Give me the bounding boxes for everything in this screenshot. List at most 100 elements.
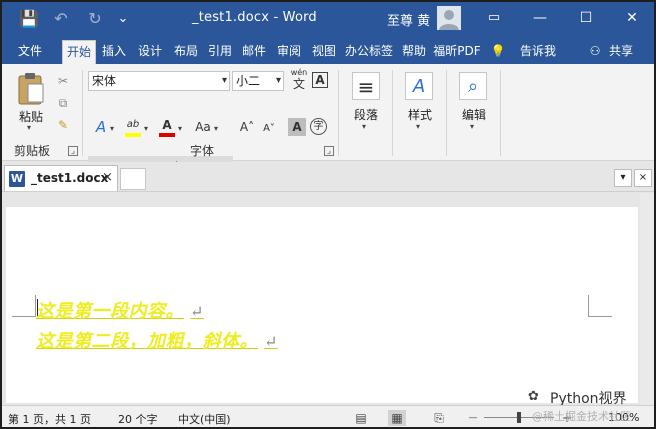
styles-button[interactable]: A 样式 ▾: [400, 72, 440, 134]
ribbon-tabs: 文件 开始 插入 设计 布局 引用 邮件 审阅 视图 办公标签 帮助 福昕PDF…: [2, 36, 654, 64]
highlight-icon[interactable]: ab: [124, 116, 142, 134]
customize-qat-icon[interactable]: ⌄: [112, 8, 134, 30]
print-layout-icon[interactable]: ▦: [388, 410, 406, 426]
phonetic-guide-char: 文: [292, 77, 305, 91]
font-size-dropdown-icon[interactable]: ▾: [276, 72, 281, 90]
font-launcher-icon[interactable]: ⌟: [324, 146, 334, 156]
ribbon-display-options-icon[interactable]: ▭: [472, 2, 516, 34]
save-icon[interactable]: 💾: [18, 8, 40, 30]
character-border-icon[interactable]: A: [312, 72, 328, 88]
tab-design[interactable]: 设计: [134, 40, 166, 64]
group-divider: [500, 70, 501, 156]
search-icon: ⌕: [459, 72, 487, 100]
tab-file[interactable]: 文件: [10, 40, 50, 64]
styles-icon: A: [405, 72, 433, 100]
paragraph-mark-icon: ↵: [190, 302, 204, 321]
language-indicator[interactable]: 中文(中国): [178, 411, 231, 427]
tab-review[interactable]: 审阅: [272, 40, 306, 64]
font-color-icon[interactable]: A: [158, 116, 176, 134]
text-effects-icon[interactable]: A: [92, 118, 110, 136]
margin-corner-right: [588, 295, 612, 317]
paragraph-button[interactable]: ≡ 段落 ▾: [348, 72, 384, 134]
character-shading-icon[interactable]: A: [288, 118, 306, 136]
editing-button[interactable]: ⌕ 编辑 ▾: [454, 72, 494, 134]
zoom-out-icon[interactable]: —: [464, 410, 482, 426]
tab-mailings[interactable]: 邮件: [238, 40, 270, 64]
user-avatar[interactable]: [437, 6, 461, 30]
clipboard-icon: [18, 73, 44, 105]
paragraph-2[interactable]: 这是第二段，加粗，斜体。 ↵: [36, 327, 278, 353]
paragraph-icon: ≡: [352, 72, 380, 100]
title-bar: 💾 ↶ ↻ ⌄ _test1.docx - Word 至尊 黄 ▭ — ☐ ✕: [2, 2, 654, 36]
document-tab-label: _test1.docx: [31, 171, 109, 185]
tab-list-dropdown-icon[interactable]: ▾: [614, 169, 632, 187]
paste-button[interactable]: 粘贴 ▾: [12, 72, 50, 132]
font-name-box[interactable]: 宋体 ▾: [88, 71, 230, 91]
redo-icon[interactable]: ↻: [84, 8, 106, 30]
shrink-font-icon[interactable]: A˅: [258, 120, 280, 138]
clipboard-launcher-icon[interactable]: ⌟: [68, 146, 78, 156]
tab-foxit-pdf[interactable]: 福昕PDF: [432, 40, 482, 64]
tab-references[interactable]: 引用: [204, 40, 236, 64]
font-group-label: 字体: [190, 144, 215, 158]
watermark-sub: @稀土掘金技术社区: [532, 410, 631, 423]
font-color-caret[interactable]: ▾: [178, 124, 182, 133]
editing-caret: ▾: [470, 122, 475, 131]
group-divider: [446, 70, 447, 156]
font-name-dropdown-icon[interactable]: ▾: [222, 72, 227, 90]
margin-corner-left: [12, 295, 36, 317]
tab-view[interactable]: 视图: [308, 40, 340, 64]
document-tab-strip: W _test1.docx × ▾ ×: [2, 162, 654, 192]
tab-help[interactable]: 帮助: [398, 40, 430, 64]
close-document-icon[interactable]: ×: [634, 169, 652, 187]
highlight-color-bar: [125, 133, 141, 137]
user-name[interactable]: 至尊 黄: [387, 10, 430, 29]
read-mode-icon[interactable]: ▤: [352, 410, 370, 426]
styles-caret: ▾: [416, 122, 421, 131]
enclose-characters-icon[interactable]: 字: [310, 118, 327, 135]
paragraph-caret: ▾: [362, 122, 367, 131]
change-case-icon[interactable]: Aa: [192, 118, 214, 136]
tab-office-tab[interactable]: 办公标签: [342, 40, 396, 64]
font-size-box[interactable]: 小二 ▾: [232, 71, 284, 91]
styles-label: 样式: [407, 108, 432, 122]
highlight-caret[interactable]: ▾: [144, 124, 148, 133]
font-color-bar: [159, 133, 175, 137]
tab-close-icon[interactable]: ×: [102, 170, 113, 185]
lightbulb-icon[interactable]: 💡: [490, 40, 506, 64]
group-divider: [82, 70, 83, 156]
document-page[interactable]: 这是第一段内容。 ↵ 这是第二段，加粗，斜体。 ↵: [6, 207, 638, 403]
tab-layout[interactable]: 布局: [170, 40, 202, 64]
undo-icon[interactable]: ↶: [50, 8, 72, 30]
document-tab[interactable]: W _test1.docx ×: [4, 165, 118, 191]
maximize-button[interactable]: ☐: [564, 2, 608, 34]
page-count[interactable]: 第 1 页，共 1 页: [8, 411, 91, 427]
tell-me-search[interactable]: 告诉我: [516, 40, 560, 64]
change-case-caret[interactable]: ▾: [214, 124, 218, 133]
ribbon-home: 粘贴 ▾ ✂ ⧉ ✎ 剪贴板 ⌟ 宋体 ▾ 小二 ▾ wén 文 A A ▾ a…: [2, 64, 654, 178]
zoom-slider-thumb[interactable]: [517, 412, 521, 423]
cut-icon[interactable]: ✂: [54, 72, 72, 90]
tab-home[interactable]: 开始: [62, 40, 96, 64]
word-doc-icon: W: [9, 171, 25, 187]
format-painter-icon[interactable]: ✎: [54, 116, 72, 134]
avatar-person-icon: [437, 6, 461, 30]
share-button[interactable]: 共享: [604, 40, 638, 64]
vertical-scrollbar[interactable]: [640, 193, 654, 405]
paragraph-1[interactable]: 这是第一段内容。 ↵: [36, 297, 204, 323]
paragraph-mark-icon: ↵: [264, 332, 278, 351]
font-size-value: 小二: [236, 74, 261, 88]
paste-caret: ▾: [27, 123, 32, 132]
word-count[interactable]: 20 个字: [118, 411, 158, 427]
grow-font-icon[interactable]: A˄: [236, 118, 258, 136]
minimize-button[interactable]: —: [518, 2, 562, 34]
new-tab-button[interactable]: [120, 168, 146, 190]
paragraph-1-text: 这是第一段内容。: [36, 301, 184, 322]
share-person-icon[interactable]: ⚇: [586, 40, 604, 64]
phonetic-guide-button[interactable]: wén 文: [288, 68, 310, 94]
web-layout-icon[interactable]: ⎘: [430, 410, 448, 426]
close-button[interactable]: ✕: [610, 2, 654, 34]
tab-insert[interactable]: 插入: [98, 40, 130, 64]
text-effects-caret[interactable]: ▾: [110, 124, 114, 133]
copy-icon[interactable]: ⧉: [54, 94, 72, 112]
